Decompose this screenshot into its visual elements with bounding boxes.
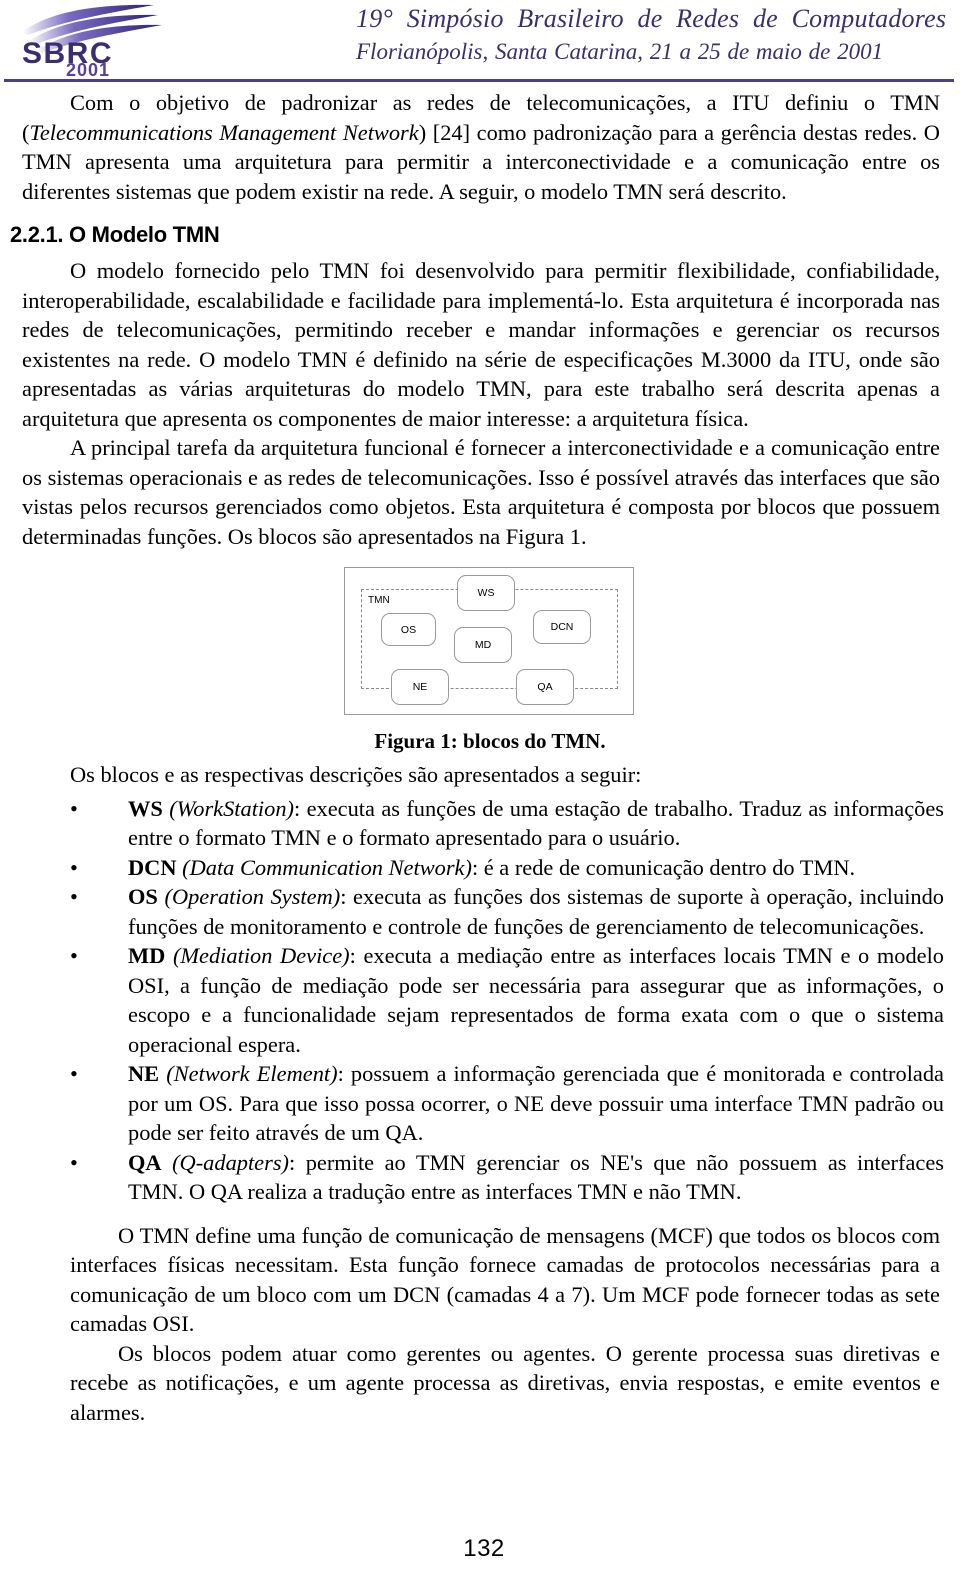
diagram-block-ne-label: NE <box>412 681 428 693</box>
diagram-block-ne: NE <box>391 669 449 705</box>
block-expansion: (Mediation Device) <box>172 943 350 968</box>
paragraph-blocks-lead: Os blocos e as respectivas descrições sã… <box>70 762 642 787</box>
blocks-description-list: • WS (WorkStation): executa as funções de… <box>0 794 960 1207</box>
bullet-marker-icon: • <box>70 1061 78 1086</box>
tmn-expansion-italic: Telecommunications Management Network <box>29 119 419 145</box>
sbrc-logo-graphic: SBRC 2001 <box>22 4 162 76</box>
diagram-block-md-label: MD <box>474 639 492 651</box>
bullet-marker-icon: • <box>70 943 78 968</box>
bullet-marker-icon: • <box>70 1149 78 1175</box>
block-description: : é a rede de comunicação dentro do TMN. <box>471 854 856 880</box>
header-divider <box>4 79 954 82</box>
list-item: • DCN (Data Communication Network): é a r… <box>0 853 960 883</box>
conference-location-date: Florianópolis, Santa Catarina, 21 a 25 d… <box>356 39 884 64</box>
diagram-block-qa: QA <box>516 669 574 705</box>
diagram-block-md: MD <box>454 627 512 663</box>
block-expansion: (Operation System) <box>164 884 341 909</box>
block-expansion: (WorkStation) <box>169 795 295 821</box>
section-heading-2-2-1: 2.2.1. O Modelo TMN <box>10 222 220 247</box>
figure-1-caption: Figura 1: blocos do TMN. <box>374 729 606 753</box>
page-number: 132 <box>463 1535 505 1562</box>
list-item: • MD (Mediation Device): executa a mediaç… <box>0 941 960 1059</box>
block-name: MD <box>128 943 166 968</box>
paragraph-functional-architecture: A principal tarefa da arquitetura funcio… <box>22 435 940 549</box>
tmn-blocks-diagram: TMN WS OS MD DCN NE QA <box>344 565 636 715</box>
block-name: QA <box>128 1149 162 1175</box>
list-item: • WS (WorkStation): executa as funções de… <box>0 794 960 853</box>
diagram-block-qa-label: QA <box>537 681 553 693</box>
diagram-block-dcn-label: DCN <box>550 621 574 633</box>
bullet-marker-icon: • <box>70 884 78 909</box>
figure-1: TMN WS OS MD DCN NE QA Figura 1: blocos … <box>0 565 960 754</box>
block-expansion: (Q-adapters) <box>172 1149 289 1175</box>
conference-banner: 19° Simpósio Brasileiro de Redes de Comp… <box>356 2 952 68</box>
list-item: • NE (Network Element): possuem a informa… <box>0 1059 960 1148</box>
block-name: OS <box>128 884 158 909</box>
block-name: DCN <box>128 854 177 880</box>
tmn-domain-label: TMN <box>368 595 390 606</box>
diagram-block-ws-label: WS <box>477 587 495 599</box>
diagram-block-dcn: DCN <box>533 610 591 644</box>
diagram-block-os-label: OS <box>400 623 417 636</box>
paragraph-intro: Com o objetivo de padronizar as redes de… <box>0 88 960 206</box>
logo-year-text: 2001 <box>66 60 110 76</box>
block-expansion: (Data Communication Network) <box>182 854 472 880</box>
bullet-marker-icon: • <box>70 795 78 821</box>
sbrc-logo: SBRC 2001 SBRC 2001 <box>14 2 166 76</box>
bullet-marker-icon: • <box>70 854 78 880</box>
document-body: Com o objetivo de padronizar as redes de… <box>0 88 960 1427</box>
paragraph-mcf: O TMN define uma função de comunicação d… <box>70 1222 940 1337</box>
block-name: WS <box>128 795 163 821</box>
block-expansion: (Network Element) <box>166 1061 338 1086</box>
list-item: • OS (Operation System): executa as funçõ… <box>0 882 960 941</box>
conference-title: 19° Simpósio Brasileiro de Redes de Comp… <box>356 4 947 33</box>
diagram-block-ws: WS <box>457 575 515 611</box>
list-item: • QA (Q-adapters): permite ao TMN gerenci… <box>0 1148 960 1207</box>
diagram-block-os: OS <box>381 613 436 646</box>
block-name: NE <box>128 1061 160 1086</box>
page-header: SBRC 2001 SBRC 2001 19° Simpósio Brasile… <box>0 0 960 82</box>
paragraph-managers-agents: Os blocos podem atuar como gerentes ou a… <box>70 1340 940 1425</box>
paragraph-tmn-model: O modelo fornecido pelo TMN foi desenvol… <box>22 258 940 431</box>
